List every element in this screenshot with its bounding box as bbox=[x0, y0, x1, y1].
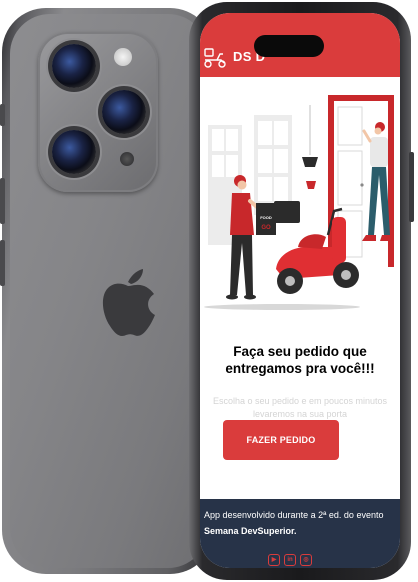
lidar-sensor-icon bbox=[120, 152, 134, 166]
power-button bbox=[409, 152, 414, 222]
headline-line-1: Faça seu pedido que bbox=[233, 344, 367, 359]
camera-lens-icon bbox=[52, 44, 96, 88]
headline-line-2: entregamos pra você!!! bbox=[225, 361, 375, 376]
footer-text-bold: Semana DevSuperior. bbox=[204, 526, 297, 536]
footer-text-prefix: App desenvolvido durante a 2ª ed. do eve… bbox=[204, 510, 384, 520]
box-label-bottom: GO bbox=[261, 225, 271, 231]
subtitle-line-1: Escolha o seu pedido e em poucos minutos bbox=[212, 396, 388, 406]
volume-up-button bbox=[0, 178, 5, 224]
camera-lens-icon bbox=[102, 90, 146, 134]
youtube-icon[interactable]: ▶ bbox=[268, 554, 280, 566]
make-order-button[interactable]: FAZER PEDIDO bbox=[223, 420, 339, 460]
app-header: DS D bbox=[200, 13, 400, 77]
footer-text: App desenvolvido durante a 2ª ed. do eve… bbox=[204, 507, 394, 539]
delivery-scooter-icon bbox=[204, 48, 226, 68]
front-phone: DS D FOOD GO Faça seu pedido que entrega… bbox=[189, 2, 414, 580]
window-middle bbox=[254, 115, 292, 215]
delivery-scene-illustration: FOOD GO bbox=[204, 95, 396, 310]
camera-module bbox=[38, 32, 158, 192]
footer: App desenvolvido durante a 2ª ed. do eve… bbox=[200, 499, 400, 568]
food-box: FOOD GO bbox=[256, 203, 276, 235]
app-screen: DS D FOOD GO Faça seu pedido que entrega… bbox=[200, 13, 400, 568]
volume-down-button bbox=[0, 240, 5, 286]
dynamic-island bbox=[254, 35, 324, 57]
instagram-glyph: ◎ bbox=[303, 557, 309, 563]
apple-logo-icon bbox=[102, 269, 155, 336]
linkedin-icon[interactable]: in bbox=[284, 554, 296, 566]
side-button bbox=[0, 104, 5, 126]
headline: Faça seu pedido que entregamos pra você!… bbox=[200, 343, 400, 377]
instagram-icon[interactable]: ◎ bbox=[300, 554, 312, 566]
youtube-glyph: ▶ bbox=[271, 557, 277, 563]
back-phone bbox=[0, 8, 214, 574]
linkedin-glyph: in bbox=[287, 557, 293, 563]
camera-lens-icon bbox=[52, 130, 96, 174]
flash-icon bbox=[114, 48, 132, 66]
subtitle-line-2: levaremos na sua porta bbox=[252, 408, 348, 419]
subtitle: Escolha o seu pedido e em poucos minutos… bbox=[210, 395, 390, 420]
box-label-top: FOOD bbox=[260, 215, 272, 220]
